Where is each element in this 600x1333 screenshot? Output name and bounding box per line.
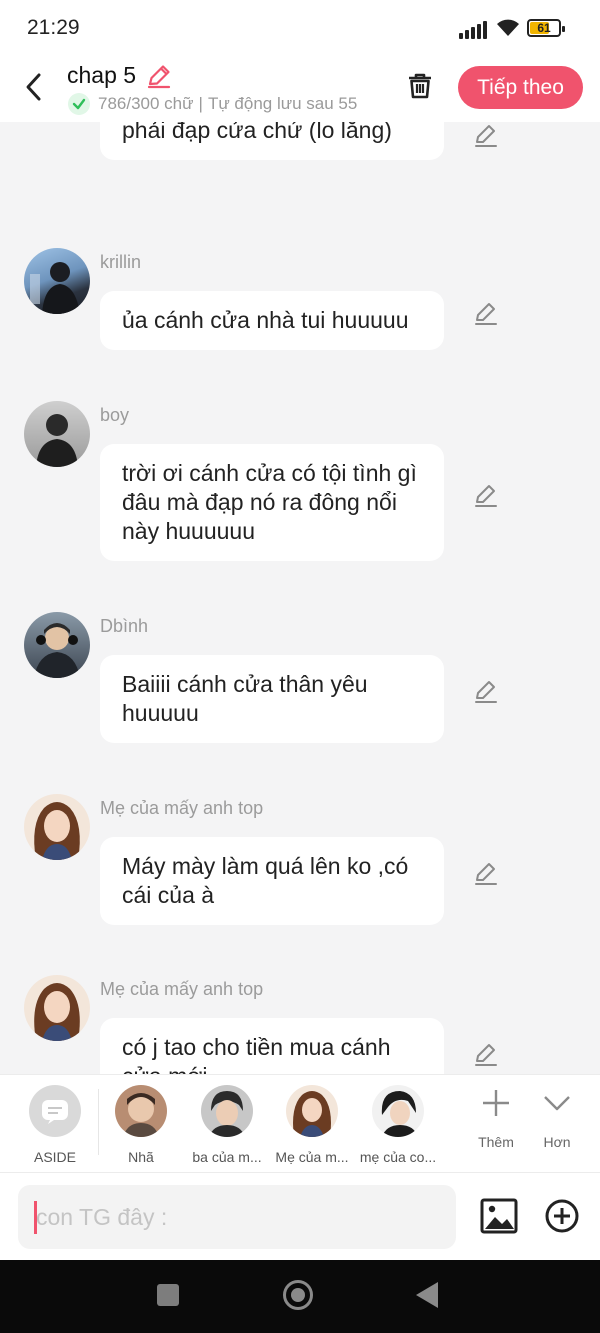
message-author: Mẹ của mấy anh top [100, 798, 264, 818]
edit-message-icon[interactable] [472, 300, 500, 328]
image-icon[interactable] [480, 1198, 518, 1234]
message-input[interactable] [18, 1185, 456, 1249]
chat-list[interactable]: trời ơi cánh cửa có tội gì, sao phải đạp… [0, 122, 600, 1074]
message-author: krillin [100, 252, 142, 272]
message-bubble[interactable]: trời ơi cánh cửa có tội gì, sao phải đạp… [100, 122, 444, 160]
back-triangle-icon[interactable] [416, 1282, 438, 1308]
edit-message-icon[interactable] [472, 860, 500, 888]
character-avatar [286, 1085, 338, 1137]
plus-icon [483, 1090, 509, 1116]
more-button[interactable]: Hơn [527, 1087, 587, 1150]
message-bubble[interactable]: có j tao cho tiền mua cánh cửa mới [100, 1018, 444, 1074]
character-label: Mẹ của m... [275, 1149, 349, 1165]
home-icon[interactable] [283, 1280, 313, 1310]
add-character-button[interactable]: Thêm [466, 1087, 526, 1150]
editor-header: chap 5 786/300 chữ | Tự động lưu sau 55 … [0, 56, 600, 122]
message-bubble[interactable]: trời ơi cánh cửa có tội tình gì đâu mà đ… [100, 444, 444, 561]
character-avatar [201, 1085, 253, 1137]
character-label: ba của m... [192, 1149, 262, 1165]
message-author: Dbình [100, 616, 149, 636]
user-avatar-me[interactable] [24, 794, 90, 860]
message-bubble[interactable]: ủa cánh cửa nhà tui huuuuu [100, 291, 444, 350]
character-avatar [115, 1085, 167, 1137]
edit-message-icon[interactable] [472, 1041, 500, 1069]
trash-icon[interactable] [404, 70, 436, 102]
word-count: 786/300 chữ [98, 94, 194, 113]
battery-icon: 61 [527, 19, 565, 37]
user-avatar-me[interactable] [24, 975, 90, 1041]
character-label: ASIDE [33, 1149, 76, 1165]
status-time: 21:29 [27, 16, 80, 39]
add-circle-icon[interactable] [544, 1198, 580, 1234]
user-avatar-dbinh[interactable] [24, 612, 90, 678]
aside-icon [29, 1085, 81, 1137]
edit-message-icon[interactable] [472, 482, 500, 510]
message-bubble[interactable]: Máy mày làm quá lên ko ,có cái của à [100, 837, 444, 925]
character-label: mẹ của co... [359, 1149, 437, 1165]
text-caret [34, 1201, 37, 1234]
more-label: Hơn [543, 1134, 571, 1150]
chapter-title[interactable]: chap 5 [67, 62, 136, 89]
recent-apps-icon[interactable] [157, 1284, 179, 1306]
character-me[interactable]: Mẹ của m... [270, 1085, 354, 1165]
user-avatar-boy[interactable] [24, 401, 90, 467]
message-author: Mẹ của mấy anh top [100, 979, 264, 999]
battery-level: 61 [537, 21, 551, 35]
status-separator: | [198, 94, 203, 113]
wifi-icon [497, 19, 519, 36]
chevron-down-icon [544, 1096, 570, 1111]
check-icon [68, 93, 90, 115]
autosave-text: Tự động lưu sau 55 [207, 94, 358, 113]
edit-message-icon[interactable] [472, 678, 500, 706]
save-status: 786/300 chữ | Tự động lưu sau 55 [68, 93, 357, 115]
composer-bar [0, 1172, 600, 1260]
edit-message-icon[interactable] [472, 122, 500, 150]
next-button[interactable]: Tiếp theo [458, 66, 583, 109]
edit-title-icon[interactable] [145, 62, 173, 90]
character-nha[interactable]: Nhã [99, 1085, 183, 1165]
character-avatar [372, 1085, 424, 1137]
status-bar: 21:29 61 [0, 0, 600, 56]
user-avatar-krillin[interactable] [24, 248, 90, 314]
signal-icon [459, 21, 487, 39]
message-bubble[interactable]: Baiiii cánh cửa thân yêu huuuuu [100, 655, 444, 743]
back-arrow-icon[interactable] [20, 70, 50, 104]
system-nav-bar [0, 1260, 600, 1333]
character-me-cong[interactable]: mẹ của co... [356, 1085, 440, 1165]
character-ba[interactable]: ba của m... [185, 1085, 269, 1165]
message-author: boy [100, 405, 130, 425]
add-label: Thêm [478, 1134, 514, 1150]
character-bar: ASIDE Nhã ba của m... Mẹ của m... mẹ của… [0, 1074, 600, 1172]
character-label: Nhã [128, 1149, 154, 1165]
character-aside[interactable]: ASIDE [13, 1085, 97, 1165]
